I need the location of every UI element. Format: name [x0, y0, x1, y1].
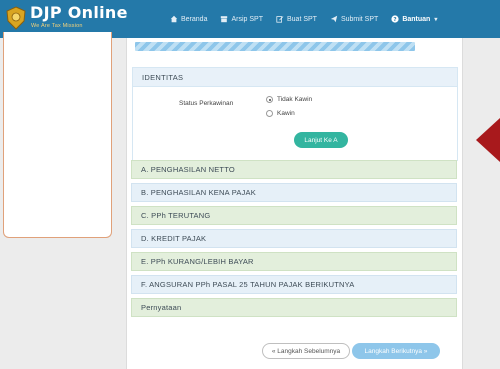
- main-nav: Beranda Arsip SPT Buat SPT Submit SPT ? …: [170, 12, 450, 26]
- section-b-penghasilan-kena-pajak[interactable]: B. PENGHASILAN KENA PAJAK: [131, 183, 457, 202]
- nav-buat-spt[interactable]: Buat SPT: [276, 15, 317, 23]
- help-icon: ?: [391, 15, 399, 23]
- section-f-angsuran-pph-pasal-25[interactable]: F. ANGSURAN PPh PASAL 25 TAHUN PAJAK BER…: [131, 275, 457, 294]
- radio-tidak-kawin-label: Tidak Kawin: [277, 96, 313, 103]
- edit-icon: [276, 16, 284, 23]
- nav-arsip-spt-label: Arsip SPT: [231, 15, 263, 23]
- section-a-penghasilan-netto[interactable]: A. PENGHASILAN NETTO: [131, 160, 457, 179]
- chevron-down-icon: ▾: [434, 16, 438, 23]
- nav-bantuan[interactable]: ? Bantuan ▾: [391, 15, 437, 23]
- brand-subtitle: We Are Tax Mission: [31, 23, 83, 29]
- status-perkawinan-label: Status Perkawinan: [179, 100, 234, 107]
- section-pernyataan[interactable]: Pernyataan: [131, 298, 457, 317]
- archive-icon: [221, 16, 228, 23]
- section-d-kredit-pajak[interactable]: D. KREDIT PAJAK: [131, 229, 457, 248]
- svg-text:?: ?: [394, 17, 397, 23]
- langkah-berikutnya-button[interactable]: Langkah Berikutnya »: [352, 343, 440, 359]
- identitas-section: IDENTITAS Status Perkawinan Tidak Kawin …: [132, 67, 458, 161]
- lanjut-ke-a-button[interactable]: Lanjut Ke A: [294, 132, 348, 148]
- section-e-pph-kurang-lebih-bayar[interactable]: E. PPh KURANG/LEBIH BAYAR: [131, 252, 457, 271]
- home-icon: [170, 15, 178, 23]
- radio-tidak-kawin[interactable]: Tidak Kawin: [266, 96, 312, 103]
- left-sidebar-panel: [3, 32, 112, 238]
- radio-tidak-kawin-input[interactable]: [266, 96, 273, 103]
- nav-beranda[interactable]: Beranda: [170, 15, 207, 23]
- langkah-sebelumnya-button[interactable]: « Langkah Sebelumnya: [262, 343, 350, 359]
- brand-title[interactable]: DJP Online: [30, 3, 128, 22]
- red-pointer-arrow: [476, 118, 500, 162]
- radio-kawin-input[interactable]: [266, 110, 273, 117]
- nav-bantuan-label: Bantuan: [402, 15, 431, 23]
- radio-kawin-label: Kawin: [277, 110, 295, 117]
- nav-submit-spt-label: Submit SPT: [340, 15, 379, 23]
- nav-beranda-label: Beranda: [181, 15, 208, 23]
- nav-buat-spt-label: Buat SPT: [286, 15, 317, 23]
- nav-arsip-spt[interactable]: Arsip SPT: [220, 15, 263, 23]
- send-icon: [330, 15, 338, 23]
- progress-bar: [135, 42, 415, 51]
- identitas-header[interactable]: IDENTITAS: [133, 68, 457, 87]
- spt-form-panel: IDENTITAS Status Perkawinan Tidak Kawin …: [126, 38, 463, 369]
- radio-kawin[interactable]: Kawin: [266, 110, 295, 117]
- nav-submit-spt[interactable]: Submit SPT: [330, 15, 378, 23]
- section-c-pph-terutang[interactable]: C. PPh TERUTANG: [131, 206, 457, 225]
- djp-logo-icon: [6, 6, 26, 30]
